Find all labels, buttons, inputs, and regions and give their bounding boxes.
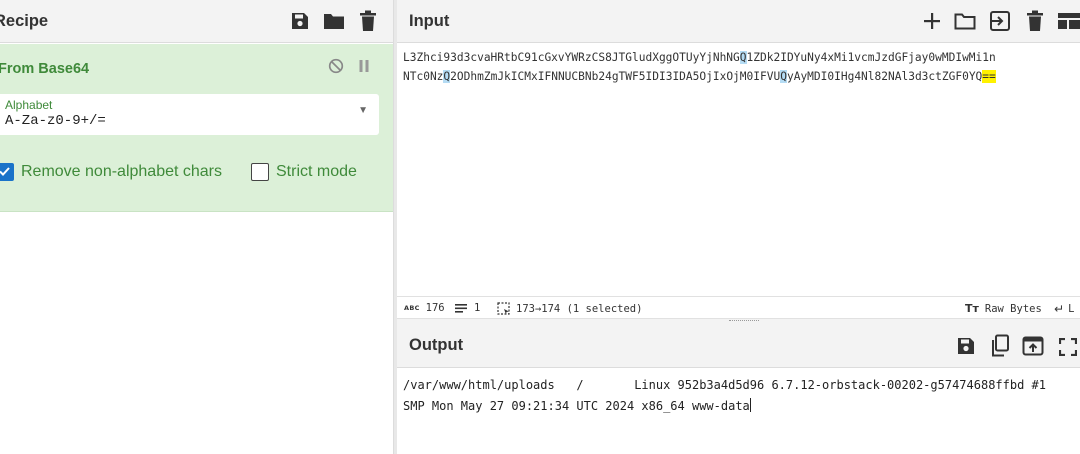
input-highlight: Q [780, 70, 787, 83]
disable-operation-icon[interactable] [328, 58, 344, 74]
replace-input-with-output-icon[interactable] [1022, 336, 1044, 356]
add-input-plus-icon[interactable] [922, 11, 942, 31]
alphabet-label: Alphabet [5, 98, 53, 112]
operation-title: From Base64 [0, 61, 90, 77]
open-file-import-icon[interactable] [988, 10, 1012, 32]
save-output-icon[interactable] [956, 336, 976, 356]
input-text-segment: NTc0Nz [403, 70, 444, 83]
recipe-pane: Recipe From Base64 Alphabet A-Za-z0-9+/= [0, 0, 393, 454]
input-line-1: L3Zhci93d3cvaHRtbC91cGxvYWRzCS8JTGludXgg… [403, 51, 996, 64]
operation-from-base64[interactable]: From Base64 Alphabet A-Za-z0-9+/= ▼ Remo… [0, 44, 393, 212]
input-text-segment: L3Zhci93d3cvaHRtbC91cGxvYWRzCS8JTGludXgg… [403, 51, 740, 64]
input-textarea[interactable]: L3Zhci93d3cvaHRtbC91cGxvYWRzCS8JTGludXgg… [403, 48, 1080, 86]
input-lines-value: 1 [474, 302, 481, 314]
text-format-icon: Tт [965, 302, 979, 315]
pause-operation-icon[interactable] [358, 59, 370, 73]
layout-tabs-icon[interactable] [1057, 12, 1080, 30]
output-line-1: /var/www/html/uploads / Linux 952b3a4d5d… [403, 378, 1046, 392]
clear-input-trash-icon[interactable] [1026, 10, 1044, 32]
recipe-title: Recipe [0, 12, 49, 30]
remove-non-alphabet-option[interactable]: Remove non-alphabet chars [0, 163, 222, 181]
input-encoding-label: Raw Bytes [984, 302, 1042, 315]
input-length-value: 176 [425, 302, 445, 314]
return-arrow-icon: ↵ [1054, 302, 1065, 316]
alphabet-value: A-Za-z0-9+/= [5, 113, 106, 129]
clear-recipe-trash-icon[interactable] [359, 10, 377, 32]
lines-icon [455, 304, 467, 313]
open-folder-icon[interactable] [954, 11, 976, 31]
remove-non-alphabet-checkbox[interactable] [0, 163, 14, 181]
strict-mode-label: Strict mode [276, 163, 357, 180]
input-selection-highlight: == [982, 70, 996, 83]
maximise-output-icon[interactable] [1059, 338, 1077, 356]
input-text-segment: 2ODhmZmJkICMxIFNNUCBNb24gTWF5IDI3IDA5OjI… [450, 70, 781, 83]
input-selection-value: 173→174 (1 selected) [516, 302, 643, 315]
input-length-stat: ABC 176 [404, 302, 445, 314]
input-text-segment: yAyMDI0IHg4Nl82NAl3d3ctZGF0YQ [786, 70, 983, 83]
output-pane: Output /var/www/html/uploads / Linux 952… [397, 324, 1080, 454]
chevron-down-icon: ▼ [358, 105, 368, 116]
input-lines-stat: 1 [455, 302, 480, 314]
input-header: Input [397, 0, 1080, 43]
input-line-2: NTc0Nz Q2ODhmZmJkICMxIFNNUCBNb24gTWF5IDI3… [403, 70, 996, 83]
load-recipe-folder-icon[interactable] [323, 11, 345, 31]
output-title: Output [409, 336, 464, 354]
input-title: Input [409, 12, 450, 30]
input-eol[interactable]: ↵ L [1054, 302, 1074, 316]
input-status-bar: ABC 176 1 173→174 (1 selected) Tт Raw By… [397, 296, 1080, 318]
input-pane: Input L3Zhci93d3cvaHRtbC91cGxvYWRzCS8JTG… [397, 0, 1080, 318]
abc-icon: ABC [404, 304, 420, 312]
recipe-header: Recipe [0, 0, 393, 43]
strict-mode-checkbox[interactable] [251, 163, 269, 181]
input-eol-label: L [1068, 303, 1075, 315]
selection-icon [497, 302, 510, 315]
strict-mode-option[interactable]: Strict mode [251, 163, 357, 181]
output-header: Output [397, 324, 1080, 368]
output-line-2: SMP Mon May 27 09:21:34 UTC 2024 x86_64 … [403, 399, 750, 413]
resize-grip[interactable] [729, 320, 759, 322]
input-selection-stat: 173→174 (1 selected) [497, 302, 642, 315]
input-text-segment: 1ZDk2IDYuNy4xMi1vcmJzdGFjay0wMDIwMi1n [746, 51, 996, 64]
text-cursor [749, 398, 751, 412]
copy-output-icon[interactable] [990, 334, 1010, 358]
input-encoding[interactable]: Tт Raw Bytes [965, 302, 1042, 315]
remove-non-alphabet-label: Remove non-alphabet chars [21, 163, 223, 180]
input-highlight: Q [739, 51, 747, 64]
alphabet-select[interactable]: Alphabet A-Za-z0-9+/= ▼ [0, 94, 379, 135]
save-recipe-icon[interactable] [290, 11, 310, 31]
checkmark-icon [0, 167, 10, 176]
output-text[interactable]: /var/www/html/uploads / Linux 952b3a4d5d… [403, 375, 1079, 417]
